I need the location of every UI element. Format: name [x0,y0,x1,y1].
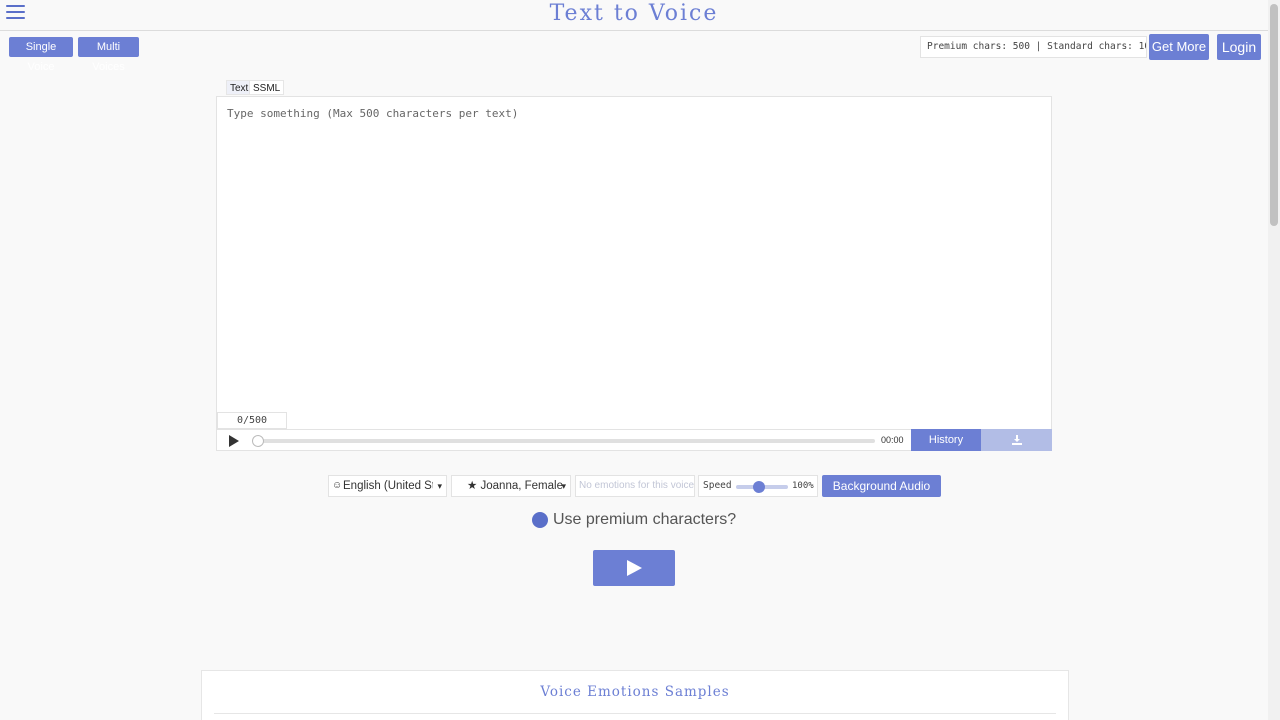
page-title: Text to Voice [549,1,719,26]
premium-label: Use premium characters? [553,511,737,528]
premium-radio[interactable] [532,512,548,528]
speed-label: Speed [703,480,732,491]
speed-value: 100% [792,481,814,491]
voice-select[interactable]: ★ Joanna, Female ▾ [451,475,571,497]
globe-icon: ☺ [332,480,343,491]
chevron-down-icon: ▾ [561,481,566,491]
login-button[interactable]: Login [1217,34,1261,60]
text-input[interactable] [227,107,1042,407]
play-icon [627,560,642,576]
speed-slider-knob[interactable] [753,481,765,493]
emotions-select[interactable]: No emotions for this voice [575,475,695,497]
get-more-button[interactable]: Get More [1149,34,1209,60]
audio-player: 00:00 History [216,429,1052,451]
download-icon [1011,435,1022,445]
voice-samples-panel: Voice Emotions Samples [201,670,1069,720]
download-button[interactable] [981,429,1052,451]
divider [214,713,1056,714]
multi-voices-button[interactable]: Multi Voices [78,37,139,73]
scrollbar-thumb[interactable] [1270,4,1278,226]
voice-value: ★ Joanna, Female [467,480,563,492]
scrollbar[interactable] [1268,0,1280,720]
background-audio-button[interactable]: Background Audio [822,475,941,497]
text-editor: 0/500 [216,96,1052,430]
samples-title: Voice Emotions Samples [540,684,730,700]
character-counter: 0/500 [217,412,287,429]
play-icon[interactable] [229,435,239,447]
characters-info: Premium chars: 500 | Standard chars: 10K [920,36,1147,58]
chevron-down-icon: ▾ [437,481,442,491]
tab-ssml[interactable]: SSML [249,80,285,95]
single-voice-button[interactable]: Single Voice [9,37,73,73]
progress-track[interactable] [255,439,875,443]
history-button[interactable]: History [911,429,981,451]
language-value: English (United States) [343,480,433,492]
top-bar: Text to Voice [0,0,1268,31]
language-select[interactable]: ☺ English (United States) ▾ [328,475,447,497]
generate-play-button[interactable] [593,550,675,586]
time-display: 00:00 [881,435,904,445]
progress-knob[interactable] [252,435,264,447]
speed-control: Speed 100% [698,475,818,497]
